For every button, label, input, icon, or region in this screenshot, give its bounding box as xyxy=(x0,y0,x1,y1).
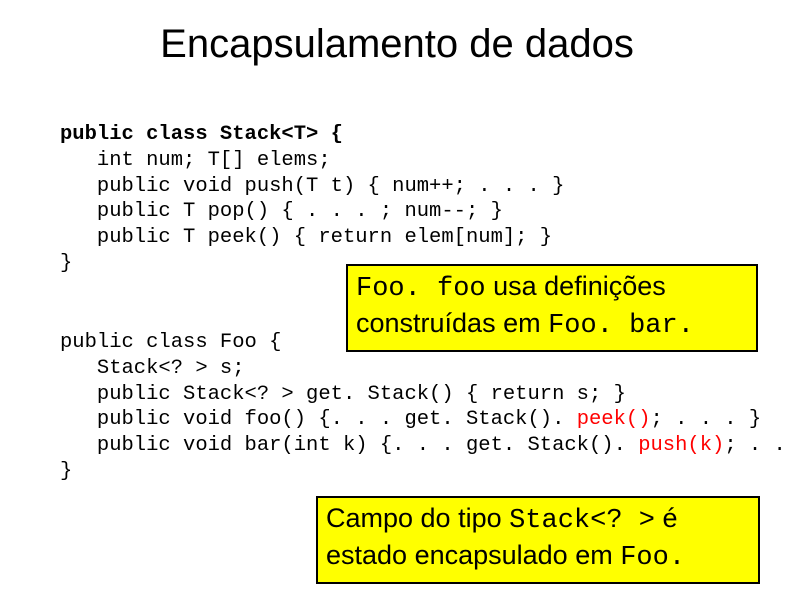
callout-text: estado encapsulado em xyxy=(326,540,620,570)
code-line: public void push(T t) { num++; . . . } xyxy=(60,175,564,198)
code-line-part: public void bar(int k) {. . . get. Stack… xyxy=(60,434,638,457)
callout-mono: Foo. foo xyxy=(356,274,486,304)
callout-box-2: Campo do tipo Stack<? > é estado encapsul… xyxy=(316,496,760,584)
callout-mono: Stack<? > xyxy=(509,506,655,536)
code-red: peek() xyxy=(577,408,651,431)
code-line: public T pop() { . . . ; num--; } xyxy=(60,200,503,223)
code-line: public class Stack<T> { xyxy=(60,123,343,146)
code-block-foo: public class Foo { Stack<? > s; public S… xyxy=(60,330,794,485)
code-line: public Stack<? > get. Stack() { return s… xyxy=(60,383,626,406)
callout-text: . xyxy=(669,543,685,573)
callout-text: Campo do tipo xyxy=(326,503,509,533)
code-red: push(k) xyxy=(638,434,724,457)
code-line: int num; T[] elems; xyxy=(60,149,331,172)
slide-title: Encapsulamento de dados xyxy=(0,22,794,67)
callout-mono: Foo xyxy=(620,543,669,573)
callout-text: é xyxy=(655,503,678,533)
code-line: } xyxy=(60,252,72,275)
code-line-part: public void foo() {. . . get. Stack(). xyxy=(60,408,577,431)
code-line-part: ; . . . } xyxy=(651,408,762,431)
callout-text: usa definições xyxy=(486,271,666,301)
code-block-stack: public class Stack<T> { int num; T[] ele… xyxy=(60,122,564,277)
code-line-part: ; . . . } xyxy=(724,434,794,457)
code-line: public class Foo { xyxy=(60,331,281,354)
code-line: } xyxy=(60,460,72,483)
code-line: public T peek() { return elem[num]; } xyxy=(60,226,552,249)
code-line: Stack<? > s; xyxy=(60,357,245,380)
